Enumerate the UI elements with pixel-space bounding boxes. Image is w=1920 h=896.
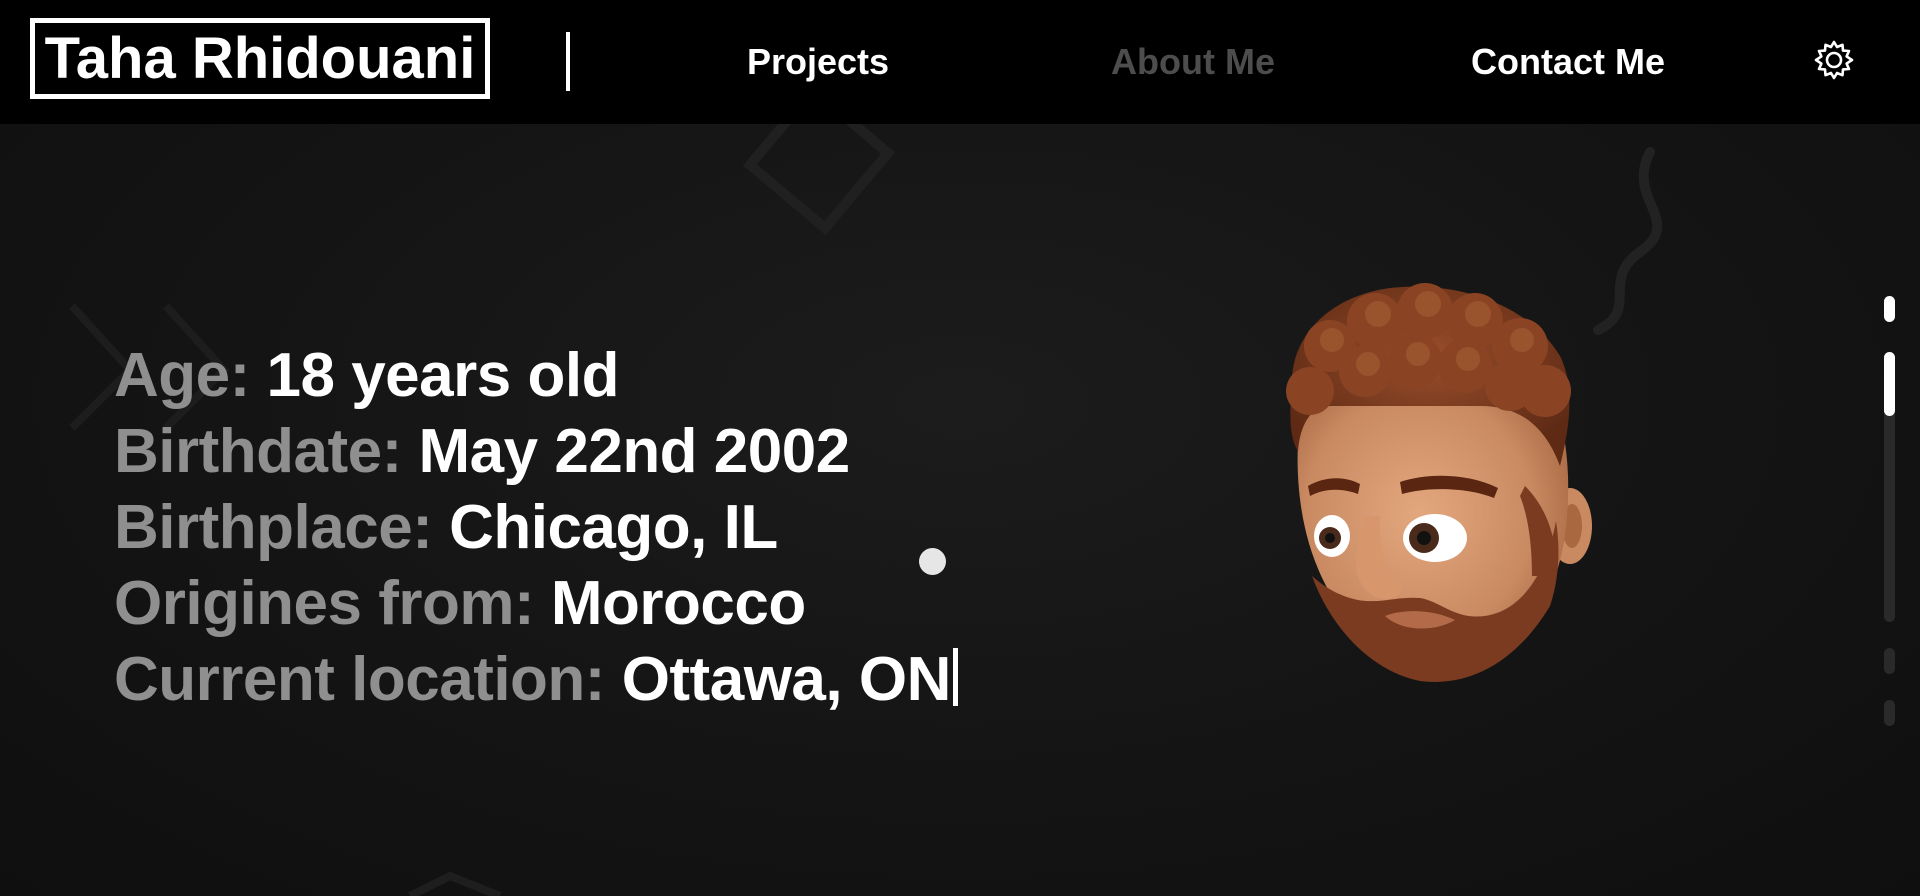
origins-label: Origines from:: [114, 569, 535, 638]
settings-button[interactable]: [1812, 38, 1856, 82]
gear-icon: [1814, 40, 1854, 80]
scroll-section-4[interactable]: [1884, 648, 1895, 674]
info-row-birthplace: Birthplace: Chicago, IL: [114, 490, 958, 566]
mouse-cursor-dot: [919, 548, 946, 575]
age-value: 18 years old: [266, 341, 620, 410]
nav-about-link[interactable]: About Me: [1111, 36, 1275, 88]
scroll-section-2[interactable]: [1884, 352, 1895, 416]
nav-projects-link[interactable]: Projects: [747, 36, 889, 88]
navbar: Taha Rhidouani Projects About Me Contact…: [0, 0, 1920, 124]
memoji-avatar-icon: [1286, 283, 1592, 682]
nav-contact-link[interactable]: Contact Me: [1471, 36, 1665, 88]
info-row-location: Current location: Ottawa, ON: [114, 642, 958, 718]
origins-value: Morocco: [550, 569, 806, 638]
info-row-birthdate: Birthdate: May 22nd 2002: [114, 414, 958, 490]
birthplace-value: Chicago, IL: [449, 493, 778, 562]
scroll-section-1[interactable]: [1884, 296, 1895, 322]
site-logo[interactable]: Taha Rhidouani: [30, 18, 490, 99]
birthdate-value: May 22nd 2002: [418, 417, 851, 486]
corner-deco: [408, 871, 502, 896]
nav-divider: [566, 32, 570, 91]
section-scroll-nav: [1880, 296, 1896, 730]
info-row-origins: Origines from: Morocco: [114, 566, 958, 642]
birthplace-label: Birthplace:: [114, 493, 433, 562]
page: Taha Rhidouani Projects About Me Contact…: [0, 0, 1920, 896]
location-value: Ottawa, ON: [621, 645, 952, 714]
about-info: Age: 18 years old Birthdate: May 22nd 20…: [114, 338, 958, 718]
info-row-age: Age: 18 years old: [114, 338, 958, 414]
typing-cursor: [952, 648, 958, 706]
location-label: Current location:: [114, 645, 605, 714]
scroll-section-5[interactable]: [1884, 700, 1895, 726]
birthdate-label: Birthdate:: [114, 417, 402, 486]
wave-deco: [1593, 147, 1663, 335]
age-label: Age:: [114, 341, 250, 410]
